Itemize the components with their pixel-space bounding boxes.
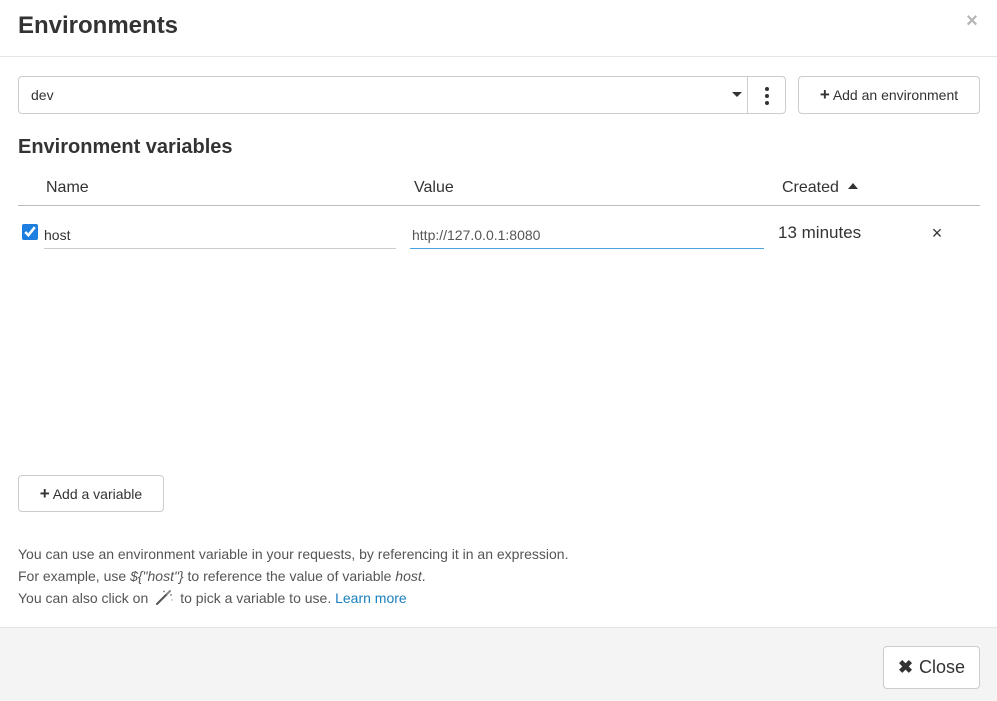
column-header-name: Name xyxy=(46,179,89,196)
environment-variables-title: Environment variables xyxy=(18,136,233,158)
column-header-created-label: Created xyxy=(782,179,839,196)
learn-more-link[interactable]: Learn more xyxy=(335,590,407,606)
plus-icon: + xyxy=(819,85,830,104)
add-environment-label: Add an environment xyxy=(832,87,959,103)
variable-enabled-checkbox[interactable] xyxy=(22,224,38,240)
expression-example: ${"host"} xyxy=(130,568,184,584)
caret-down-icon xyxy=(732,92,742,97)
add-variable-label: Add a variable xyxy=(52,485,143,502)
add-environment-button[interactable]: + Add an environment xyxy=(798,76,980,114)
column-header-value: Value xyxy=(414,179,454,196)
close-button[interactable]: ✖ Close xyxy=(883,646,980,689)
delete-variable-icon[interactable]: × xyxy=(928,223,946,243)
magic-wand-icon xyxy=(156,590,173,605)
modal-title: Environments xyxy=(18,12,179,39)
modal-header: Environments × xyxy=(0,0,997,57)
variable-value-input[interactable] xyxy=(410,220,764,249)
environment-select-value: dev xyxy=(31,87,54,103)
add-variable-button[interactable]: + Add a variable xyxy=(18,475,164,512)
help-line-2: For example, use ${"host"} to reference … xyxy=(18,568,426,584)
help-line-1: You can use an environment variable in y… xyxy=(18,546,569,562)
column-header-created[interactable]: Created xyxy=(782,177,858,199)
close-icon: ✖ xyxy=(897,657,914,677)
plus-icon: + xyxy=(39,483,50,503)
modal-footer: ✖ Close xyxy=(0,627,997,701)
sort-ascending-icon xyxy=(847,183,858,189)
environment-select[interactable]: dev xyxy=(18,76,748,114)
variable-created: 13 minutes xyxy=(778,223,862,242)
close-icon[interactable]: × xyxy=(963,10,981,32)
variable-name-input[interactable] xyxy=(44,220,396,249)
environments-modal: Environments × dev + Add an environment … xyxy=(0,0,997,701)
table-header-divider xyxy=(18,205,980,206)
help-line-3: You can also click on to pick a variable … xyxy=(18,590,407,606)
close-button-label: Close xyxy=(919,657,966,677)
environment-menu-button[interactable] xyxy=(747,76,786,114)
variable-example: host xyxy=(395,568,422,584)
help-text: You can use an environment variable in y… xyxy=(18,543,568,609)
